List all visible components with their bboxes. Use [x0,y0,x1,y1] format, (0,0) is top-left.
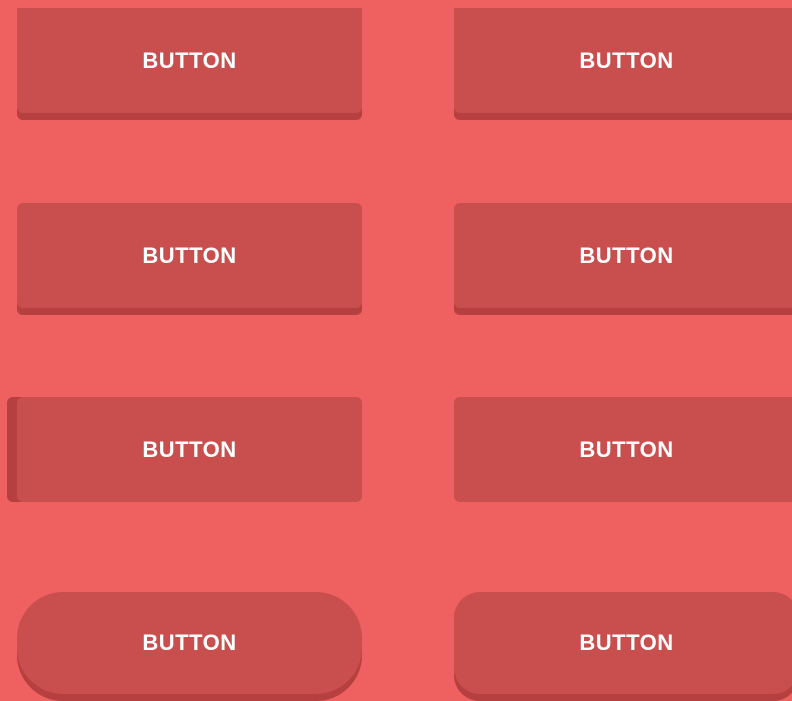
button-label: BUTTON [142,47,237,73]
button-row2-left[interactable]: BUTTON [17,203,362,315]
button-row2-right[interactable]: BUTTON [454,203,792,315]
button-row1-left[interactable]: BUTTON [17,8,362,120]
button-row3-right[interactable]: BUTTON [454,397,792,502]
button-row1-right[interactable]: BUTTON [454,8,792,120]
button-label: BUTTON [579,630,674,655]
button-row4-left-pill[interactable]: BUTTON [17,592,362,701]
button-label: BUTTON [579,242,674,268]
button-label: BUTTON [142,436,237,462]
button-label: BUTTON [142,242,237,268]
button-row3-left[interactable]: BUTTON [7,397,362,502]
button-label: BUTTON [579,436,674,462]
button-showcase: { "theme": { "background": "#ef6060", "b… [0,0,792,701]
button-label: BUTTON [579,47,674,73]
button-row4-right-rounded[interactable]: BUTTON [454,592,792,701]
button-label: BUTTON [142,630,237,655]
